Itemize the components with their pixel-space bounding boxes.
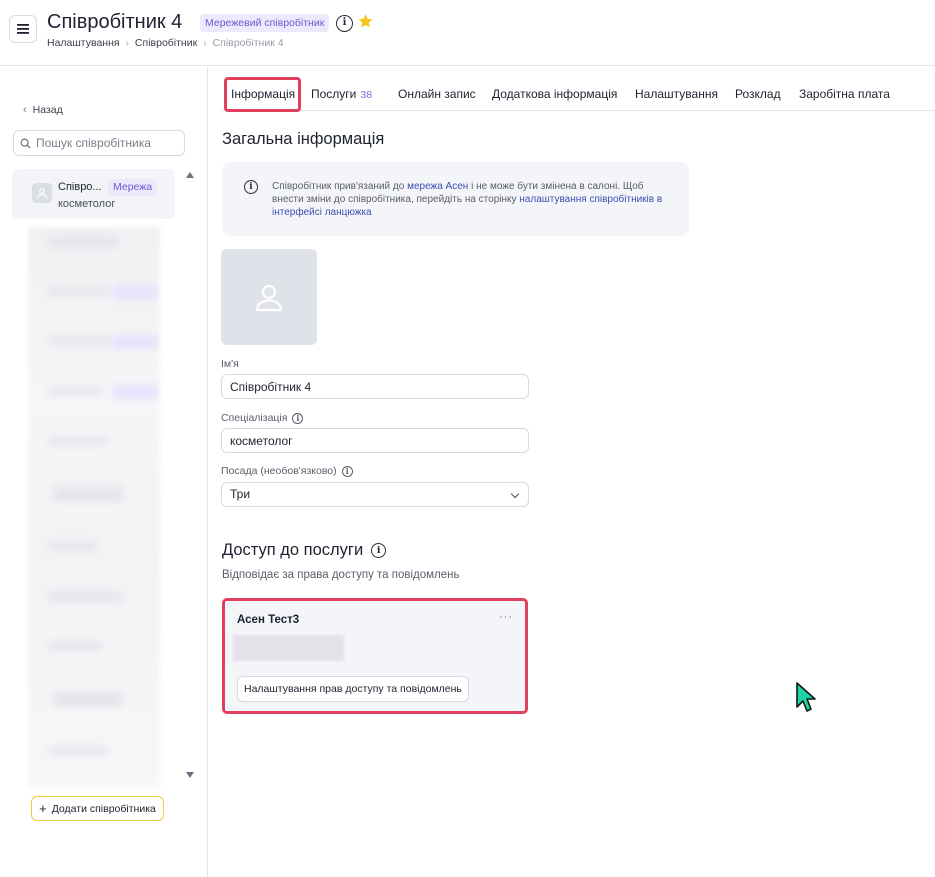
scroll-up-arrow[interactable] bbox=[186, 172, 194, 178]
general-info-title: Загальна інформація bbox=[222, 130, 385, 148]
access-card: Асен Тест3 ··· Налаштування прав доступу… bbox=[222, 598, 528, 714]
specialization-label-text: Спеціалізація bbox=[221, 412, 288, 424]
service-access-subtitle: Відповідає за права доступу та повідомле… bbox=[222, 569, 460, 581]
name-label: Ім'я bbox=[221, 358, 239, 370]
notice-text-part: Співробітник прив'язаний до bbox=[272, 181, 408, 192]
employee-search-input[interactable] bbox=[36, 136, 176, 150]
scroll-down-arrow[interactable] bbox=[186, 772, 194, 778]
chevron-right-icon: › bbox=[203, 37, 207, 49]
employee-sidebar: ‹ Назад Співро... Мережа косметолог bbox=[0, 67, 208, 877]
mouse-cursor-icon bbox=[796, 682, 816, 712]
chevron-right-icon: › bbox=[125, 37, 129, 49]
employee-name: Співро... bbox=[58, 181, 102, 193]
menu-button[interactable] bbox=[9, 15, 37, 43]
tab-bar: Інформація Послуги 38 Онлайн запис Додатк… bbox=[221, 77, 935, 112]
breadcrumb-item-current: Співробітник 4 bbox=[212, 37, 284, 49]
page-header: Співробітник 4 Мережевий співробітник i … bbox=[0, 0, 935, 66]
tab-settings[interactable]: Налаштування bbox=[635, 78, 718, 111]
tab-schedule[interactable]: Розклад bbox=[735, 78, 781, 111]
network-badge: Мережа bbox=[108, 179, 158, 196]
employee-search[interactable] bbox=[13, 130, 185, 156]
hamburger-icon bbox=[17, 24, 29, 34]
avatar bbox=[32, 183, 52, 203]
breadcrumb-item-employee[interactable]: Співробітник bbox=[135, 37, 197, 49]
tab-online-booking[interactable]: Онлайн запис bbox=[398, 78, 476, 111]
info-icon[interactable]: i bbox=[371, 543, 387, 558]
breadcrumb-item-settings[interactable]: Налаштування bbox=[47, 37, 120, 49]
network-notice: i Співробітник прив'язаний до мережа Асе… bbox=[222, 162, 689, 236]
notice-text: Співробітник прив'язаний до мережа Асен … bbox=[272, 180, 672, 219]
specialization-field[interactable] bbox=[221, 428, 529, 453]
blurred-employee-list bbox=[28, 227, 160, 787]
add-employee-button[interactable]: + Додати співробітника bbox=[31, 796, 164, 821]
network-employee-badge: Мережевий співробітник bbox=[200, 14, 330, 32]
employee-list-item-selected[interactable]: Співро... Мережа косметолог bbox=[12, 169, 175, 219]
plus-icon: + bbox=[39, 801, 47, 816]
info-icon[interactable]: i bbox=[336, 15, 353, 32]
search-icon bbox=[20, 138, 31, 149]
name-label-text: Ім'я bbox=[221, 358, 239, 370]
position-label-text: Посада (необов'язково) bbox=[221, 465, 337, 477]
info-icon[interactable]: i bbox=[341, 465, 353, 477]
access-card-name: Асен Тест3 bbox=[237, 614, 300, 626]
position-select-value: Три bbox=[230, 487, 251, 501]
back-link[interactable]: ‹ Назад bbox=[23, 104, 63, 116]
service-access-title: Доступ до послуги i bbox=[222, 541, 387, 560]
tab-additional-info[interactable]: Додаткова інформація bbox=[492, 78, 617, 111]
tab-services[interactable]: Послуги 38 bbox=[311, 78, 372, 111]
breadcrumb: Налаштування › Співробітник › Співробітн… bbox=[47, 37, 284, 49]
info-icon: i bbox=[244, 180, 258, 194]
specialization-label: Спеціалізація i bbox=[221, 412, 304, 424]
employee-role: косметолог bbox=[58, 198, 116, 210]
user-icon bbox=[36, 188, 48, 199]
blurred-role-info bbox=[233, 635, 344, 661]
add-employee-label: Додати співробітника bbox=[51, 802, 156, 815]
position-select[interactable]: Три bbox=[221, 482, 529, 507]
service-access-title-text: Доступ до послуги bbox=[222, 541, 364, 559]
info-icon[interactable]: i bbox=[292, 412, 304, 424]
chevron-left-icon: ‹ bbox=[23, 104, 27, 116]
back-label: Назад bbox=[32, 104, 63, 116]
tab-services-label: Послуги bbox=[311, 87, 357, 101]
tab-information[interactable]: Інформація bbox=[231, 78, 295, 111]
employee-photo-upload[interactable] bbox=[221, 249, 317, 345]
page-title: Співробітник 4 bbox=[47, 11, 183, 33]
services-count: 38 bbox=[360, 89, 373, 101]
tab-salary[interactable]: Заробітна плата bbox=[799, 78, 890, 111]
chevron-down-icon bbox=[510, 489, 520, 499]
user-icon bbox=[255, 284, 283, 312]
name-field[interactable] bbox=[221, 374, 529, 399]
access-settings-button[interactable]: Налаштування прав доступу та повідомлень bbox=[237, 676, 469, 702]
more-options-icon[interactable]: ··· bbox=[499, 611, 513, 623]
position-label: Посада (необов'язково) i bbox=[221, 465, 353, 477]
network-link[interactable]: мережа Асен bbox=[407, 181, 468, 192]
star-icon[interactable] bbox=[357, 13, 374, 30]
